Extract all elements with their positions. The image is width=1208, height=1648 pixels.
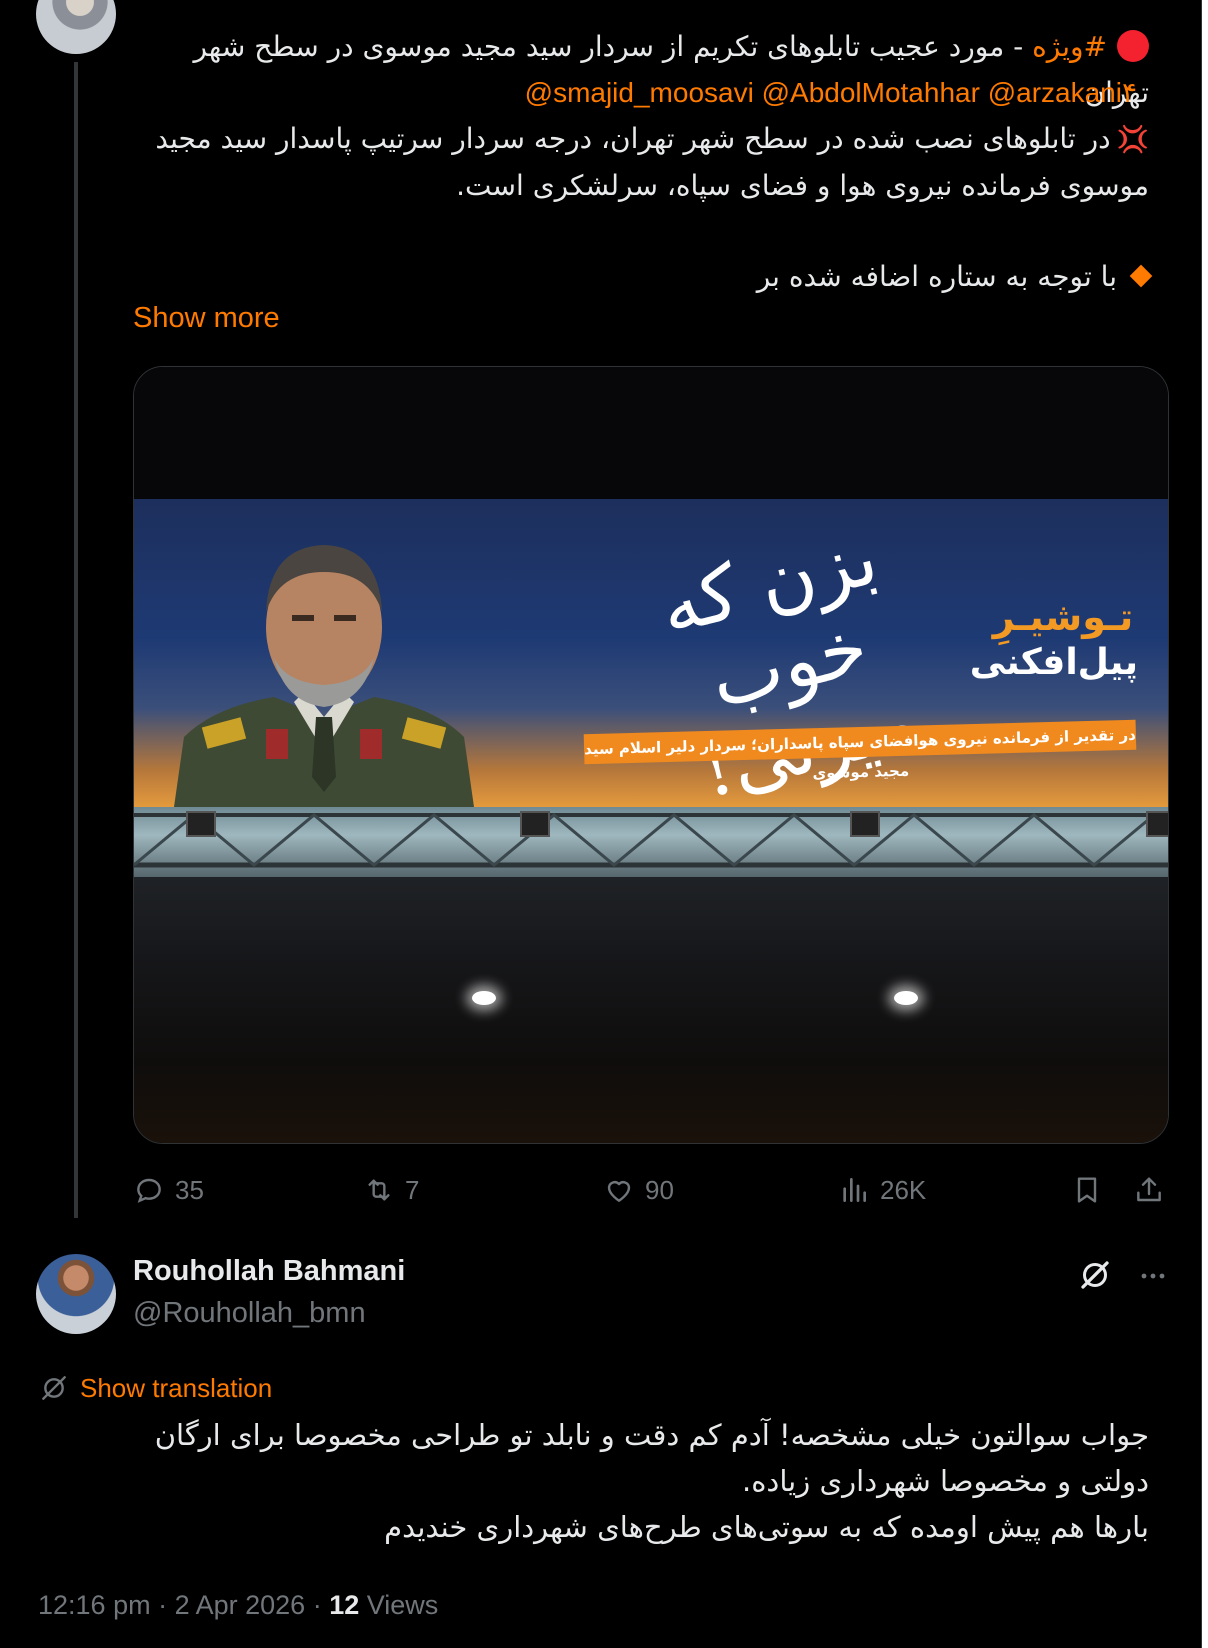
tweet-line-4: با توجه به ستاره اضافه شده بر [249, 254, 1153, 300]
truss-structure [134, 813, 1168, 868]
hashtag-link[interactable]: #ویژه [1032, 30, 1107, 63]
retweet-icon [368, 1179, 390, 1201]
street-light [472, 991, 496, 1005]
billboard-slogan: بزن که خوب میزنی! [650, 512, 927, 815]
tweet-media-image[interactable]: بزن که خوب میزنی! تـوشیـرِ پیل‌افکنی در … [133, 366, 1169, 1144]
reply-text: جواب سوالتون خیلی مشخصه! آدم کم دقت و نا… [49, 1412, 1149, 1550]
structure-underside [134, 877, 1168, 1143]
reply-count: 35 [175, 1174, 204, 1205]
views-number: 12 [329, 1590, 360, 1620]
show-translation-button[interactable]: Show translation [38, 1370, 272, 1406]
bookmark-button[interactable] [1071, 1168, 1113, 1212]
night-sky [134, 367, 1168, 502]
reply-button[interactable]: 35 [133, 1168, 204, 1212]
analytics-icon [843, 1178, 866, 1202]
views-count: 26K [880, 1174, 927, 1205]
flood-lamp [520, 811, 550, 837]
share-icon [1137, 1177, 1161, 1202]
tweet-body-continued: با توجه به ستاره اضافه شده بر [756, 260, 1117, 293]
separator: · [150, 1590, 175, 1620]
tagline-line-2: پیل‌افکنی [969, 642, 1138, 683]
retweet-count: 7 [405, 1174, 420, 1205]
tweet-body: در تابلوهای نصب شده در سطح شهر تهران، در… [155, 122, 1149, 202]
views-button[interactable]: 26K [838, 1168, 926, 1212]
translate-icon [42, 1376, 66, 1400]
heart-icon [607, 1181, 631, 1202]
flood-lamp [186, 811, 216, 837]
anger-symbol-icon: 💢 [1116, 125, 1149, 155]
more-options-icon[interactable] [1135, 1258, 1171, 1294]
retweet-button[interactable]: 7 [363, 1168, 419, 1212]
orange-diamond-icon [1129, 264, 1153, 288]
tagline-line-1: تـوشیـرِ [992, 595, 1134, 639]
original-author-avatar[interactable] [36, 0, 116, 54]
like-button[interactable]: 90 [603, 1168, 674, 1212]
commander-portrait [174, 545, 474, 807]
reply-line-2: دولتی و مخصوصا شهرداری زیاده. [742, 1464, 1149, 1498]
mention-links[interactable]: @smajid_moosavi @AbdolMotahhar @arzakani… [237, 70, 1137, 116]
post-thread-panel: #ویژه - مورد عجیب تابلوهای تکریم از سردا… [0, 0, 1202, 1648]
post-time: 12:16 pm [38, 1590, 151, 1620]
reply-line-3: بارها هم پیش اومده که به سوتی‌های طرح‌ها… [384, 1510, 1149, 1544]
reply-author-handle[interactable]: @Rouhollah_bmn [133, 1297, 366, 1330]
street-light [894, 991, 918, 1005]
separator: · [305, 1590, 330, 1620]
reply-author-avatar[interactable] [36, 1254, 116, 1334]
billboard: بزن که خوب میزنی! تـوشیـرِ پیل‌افکنی در … [134, 499, 1168, 815]
post-timestamp[interactable]: 12:16 pm · 2 Apr 2026 · 12 Views [38, 1590, 438, 1621]
thread-connector-line [74, 62, 78, 1218]
tweet-line-3: 💢در تابلوهای نصب شده در سطح شهر تهران، د… [149, 116, 1149, 209]
bookmark-icon [1077, 1177, 1097, 1203]
reply-author-name[interactable]: Rouhollah Bahmani [133, 1255, 405, 1288]
share-button[interactable] [1133, 1168, 1175, 1212]
show-translation-label: Show translation [80, 1372, 273, 1403]
like-count: 90 [645, 1174, 674, 1205]
post-date: 2 Apr 2026 [174, 1590, 306, 1620]
show-more-link[interactable]: Show more [133, 302, 280, 335]
views-label: Views [359, 1590, 439, 1620]
flood-lamp [850, 811, 880, 837]
billboard-tagline: تـوشیـرِ پیل‌افکنی [969, 594, 1138, 686]
flood-lamp [1146, 811, 1168, 837]
reply-icon [137, 1178, 161, 1203]
tweet-action-bar: 35 7 90 26K [133, 1168, 1167, 1212]
red-circle-emoji [1117, 30, 1149, 62]
grok-icon[interactable] [1077, 1257, 1113, 1293]
reply-line-1: جواب سوالتون خیلی مشخصه! آدم کم دقت و نا… [154, 1418, 1149, 1452]
